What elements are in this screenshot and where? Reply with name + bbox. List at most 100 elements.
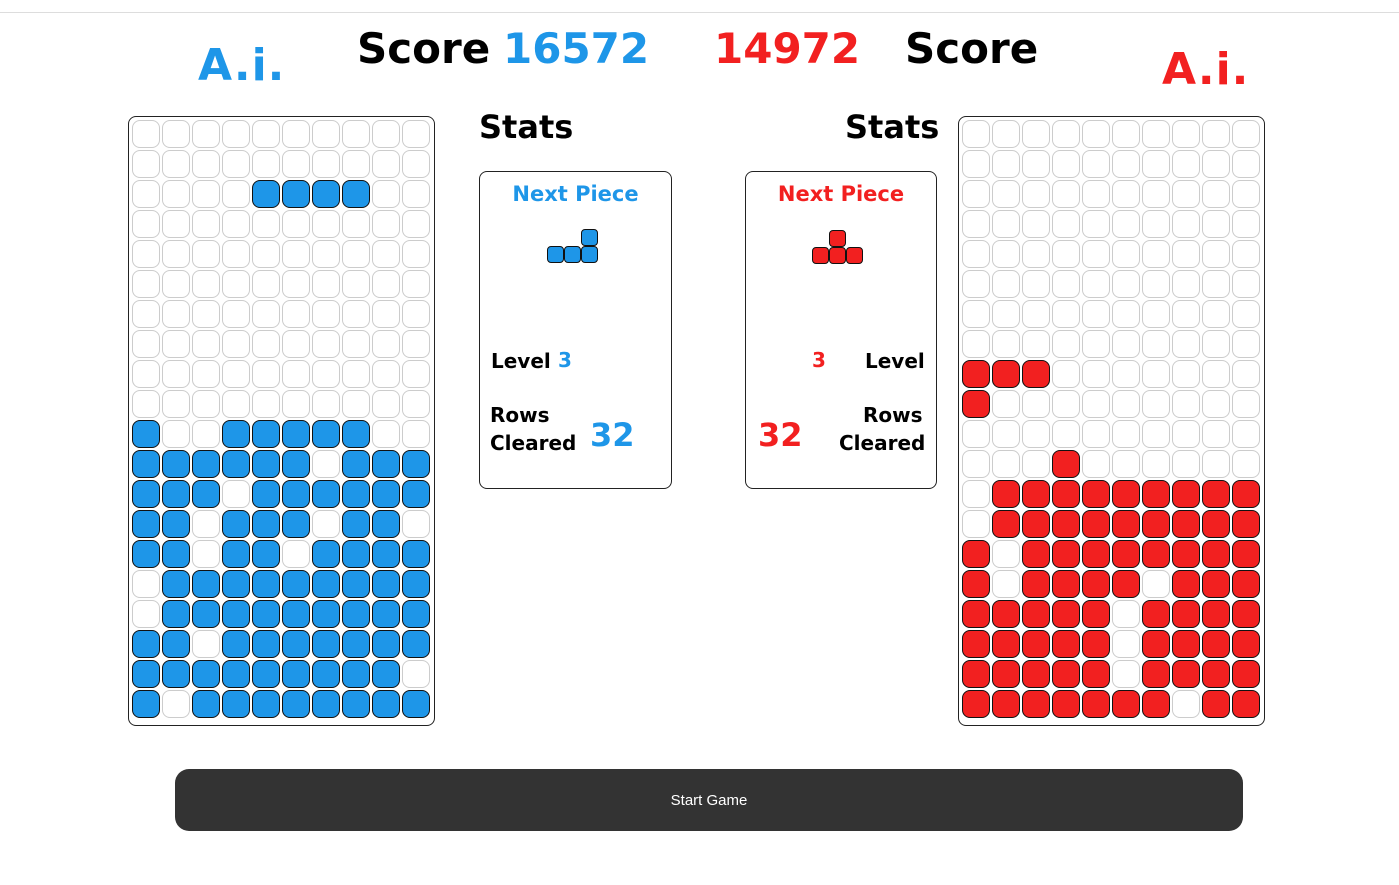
- empty-cell: [192, 360, 220, 388]
- empty-cell: [1202, 150, 1230, 178]
- next-piece-block: [581, 229, 598, 246]
- empty-cell: [1112, 330, 1140, 358]
- empty-cell: [1232, 420, 1260, 448]
- next-piece-block: [829, 230, 846, 247]
- empty-cell: [1022, 420, 1050, 448]
- filled-cell: [992, 630, 1020, 658]
- filled-cell: [1172, 570, 1200, 598]
- empty-cell: [962, 330, 990, 358]
- empty-cell: [162, 360, 190, 388]
- filled-cell: [372, 600, 400, 628]
- filled-cell: [1202, 480, 1230, 508]
- empty-cell: [1052, 390, 1080, 418]
- filled-cell: [312, 480, 340, 508]
- empty-cell: [1052, 210, 1080, 238]
- next-piece-block: [547, 246, 564, 263]
- empty-cell: [222, 120, 250, 148]
- empty-cell: [962, 270, 990, 298]
- empty-cell: [192, 120, 220, 148]
- filled-cell: [312, 570, 340, 598]
- empty-cell: [312, 360, 340, 388]
- empty-cell: [132, 120, 160, 148]
- filled-cell: [1142, 480, 1170, 508]
- filled-cell: [282, 600, 310, 628]
- empty-cell: [402, 390, 430, 418]
- empty-cell: [1112, 150, 1140, 178]
- filled-cell: [1232, 570, 1260, 598]
- empty-cell: [1112, 390, 1140, 418]
- cleared-label: Cleared: [490, 431, 577, 455]
- filled-cell: [282, 570, 310, 598]
- filled-cell: [1052, 630, 1080, 658]
- rows-label: Rows: [490, 403, 550, 427]
- empty-cell: [1082, 360, 1110, 388]
- filled-cell: [222, 600, 250, 628]
- empty-cell: [1232, 120, 1260, 148]
- empty-cell: [1082, 210, 1110, 238]
- empty-cell: [1022, 330, 1050, 358]
- rows-label: Rows: [863, 403, 923, 427]
- empty-cell: [1172, 150, 1200, 178]
- empty-cell: [132, 240, 160, 268]
- empty-cell: [992, 180, 1020, 208]
- empty-cell: [402, 240, 430, 268]
- filled-cell: [1112, 540, 1140, 568]
- filled-cell: [1202, 690, 1230, 718]
- filled-cell: [342, 450, 370, 478]
- filled-cell: [1142, 630, 1170, 658]
- empty-cell: [1082, 450, 1110, 478]
- filled-cell: [252, 540, 280, 568]
- empty-cell: [1112, 450, 1140, 478]
- next-piece-block: [812, 247, 829, 264]
- empty-cell: [402, 210, 430, 238]
- empty-cell: [962, 150, 990, 178]
- filled-cell: [1172, 480, 1200, 508]
- empty-cell: [1202, 270, 1230, 298]
- filled-cell: [342, 510, 370, 538]
- empty-cell: [1202, 240, 1230, 268]
- empty-cell: [1022, 270, 1050, 298]
- filled-cell: [372, 540, 400, 568]
- filled-cell: [162, 480, 190, 508]
- empty-cell: [192, 180, 220, 208]
- filled-cell: [402, 690, 430, 718]
- filled-cell: [1022, 570, 1050, 598]
- empty-cell: [372, 270, 400, 298]
- empty-cell: [1052, 330, 1080, 358]
- level-value: 3: [812, 348, 826, 372]
- empty-cell: [992, 450, 1020, 478]
- empty-cell: [1052, 270, 1080, 298]
- empty-cell: [1082, 270, 1110, 298]
- empty-cell: [372, 210, 400, 238]
- empty-cell: [1142, 390, 1170, 418]
- filled-cell: [402, 480, 430, 508]
- filled-cell: [162, 510, 190, 538]
- empty-cell: [1172, 390, 1200, 418]
- filled-cell: [1232, 510, 1260, 538]
- empty-cell: [1082, 300, 1110, 328]
- right-player-name: A.i.: [1162, 44, 1250, 95]
- right-score-value: 14972: [714, 24, 861, 73]
- empty-cell: [1172, 120, 1200, 148]
- empty-cell: [1112, 300, 1140, 328]
- filled-cell: [1022, 540, 1050, 568]
- empty-cell: [402, 300, 430, 328]
- filled-cell: [372, 660, 400, 688]
- empty-cell: [962, 420, 990, 448]
- empty-cell: [1142, 300, 1170, 328]
- empty-cell: [1082, 240, 1110, 268]
- filled-cell: [342, 630, 370, 658]
- filled-cell: [1082, 630, 1110, 658]
- empty-cell: [1082, 420, 1110, 448]
- filled-cell: [1112, 480, 1140, 508]
- empty-cell: [992, 390, 1020, 418]
- filled-cell: [132, 510, 160, 538]
- start-game-button[interactable]: Start Game: [175, 769, 1243, 831]
- filled-cell: [1022, 690, 1050, 718]
- empty-cell: [1172, 330, 1200, 358]
- empty-cell: [1142, 270, 1170, 298]
- filled-cell: [1202, 630, 1230, 658]
- empty-cell: [372, 300, 400, 328]
- filled-cell: [1052, 570, 1080, 598]
- empty-cell: [282, 540, 310, 568]
